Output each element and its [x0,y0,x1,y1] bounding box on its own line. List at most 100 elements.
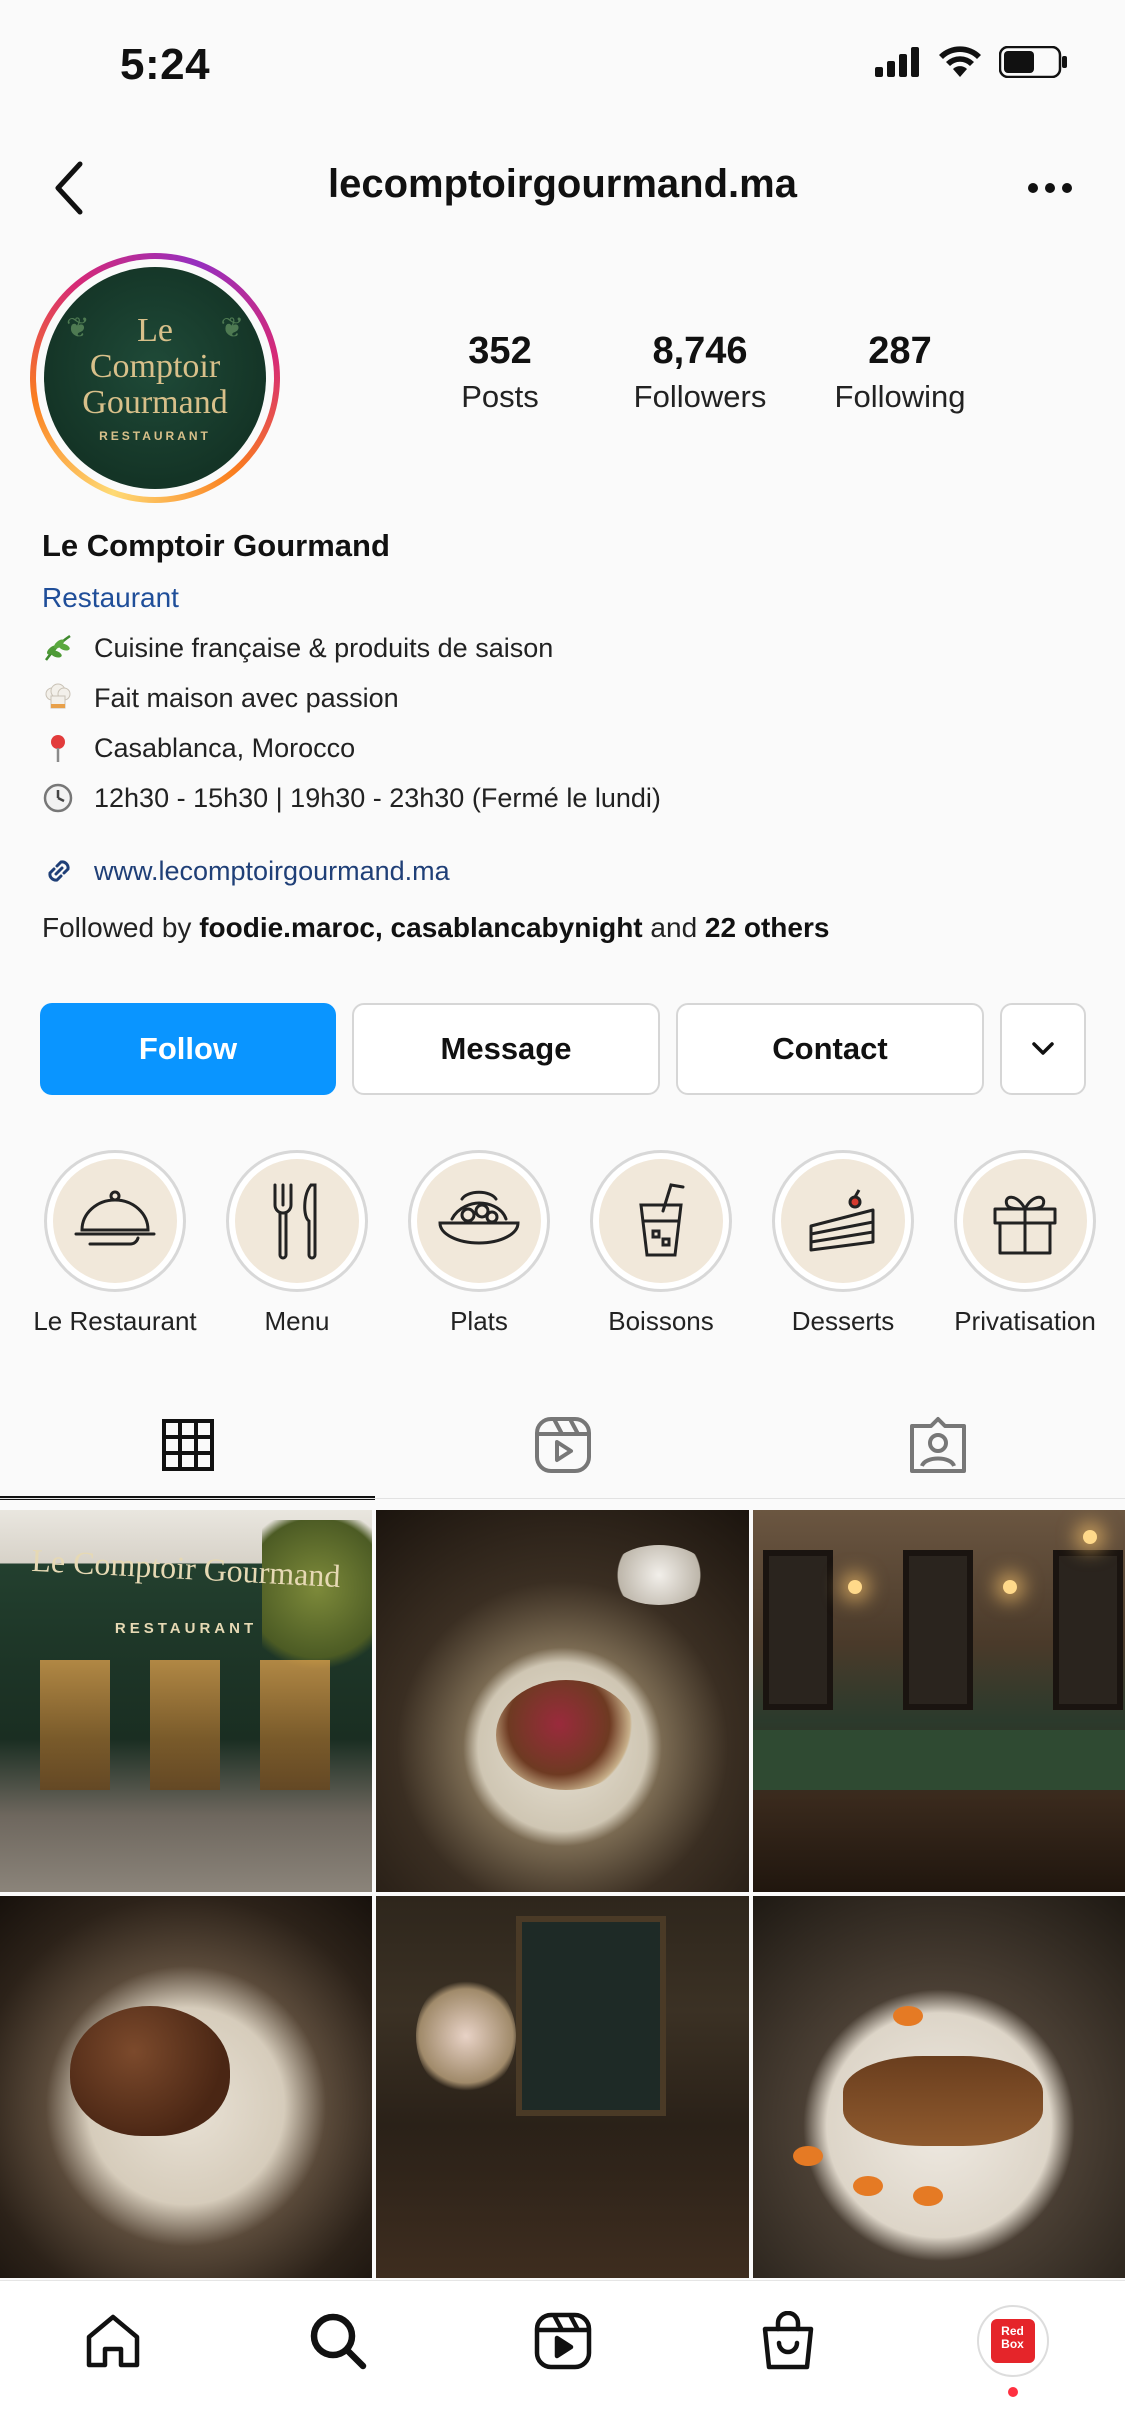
notification-dot [1007,2387,1018,2397]
profile-stats: 352 Posts 8,746 Followers 287 Following [400,330,1000,415]
bio-line: Fait maison avec passion [42,682,1092,714]
highlight-label: Menu [264,1306,330,1336]
search-icon [310,2313,366,2370]
chevron-down-icon [1032,1042,1054,1055]
leaf-icon: ❦ [220,313,244,344]
bottom-navigation: Red Box [0,2280,1125,2436]
following-stat[interactable]: 287 Following [800,330,1000,415]
nav-profile[interactable]: Red Box [900,2281,1125,2401]
tab-divider [0,1498,1125,1499]
followed-by-and: and [642,912,705,943]
link-icon [42,854,94,888]
post-thumbnail-main-dish[interactable] [376,1510,749,1892]
status-icons [875,46,1069,78]
tab-posts-grid[interactable] [0,1390,375,1500]
leaf-icon: ❦ [66,313,90,344]
gift-icon [993,1195,1057,1255]
contact-button[interactable]: Contact [676,1003,984,1095]
followers-count: 8,746 [652,330,748,372]
highlight-label: Boissons [608,1306,714,1336]
battery-icon [999,46,1067,78]
bio-line-text: Fait maison avec passion [94,682,399,713]
posts-stat[interactable]: 352 Posts [400,330,600,415]
bio-line: Casablanca, Morocco [42,732,1092,764]
profile-actions: Follow Message Contact [40,1003,1090,1095]
cake-icon [809,1189,875,1252]
bio-line-text: 12h30 - 15h30 | 19h30 - 23h30 (Fermé le … [94,782,661,813]
profile-username: lecomptoirgourmand.ma [328,162,797,206]
reels-icon [534,1417,591,1473]
story-highlights: Le Restaurant Menu Plats Boissons Desser… [30,1150,1110,1337]
nav-shop[interactable] [675,2281,900,2401]
highlight-privatisation[interactable]: Privatisation [940,1150,1110,1337]
status-bar: 5:24 [0,0,1125,140]
drink-icon [639,1183,685,1257]
follow-button[interactable]: Follow [40,1003,336,1095]
avatar: ❦ ❦ Le Comptoir Gourmand RESTAURANT [44,267,266,489]
post-thumbnail-restaurant-front[interactable]: Le Comptoir Gourmand RESTAURANT [0,1510,372,1892]
cutlery-icon [273,1183,317,1260]
profile-header-bar: lecomptoirgourmand.ma [0,140,1125,240]
tab-tagged[interactable] [750,1390,1125,1500]
more-options-button[interactable] [1015,158,1085,218]
home-icon [86,2314,139,2368]
reels-icon [534,2312,591,2370]
highlight-boissons[interactable]: Boissons [576,1150,746,1337]
followed-by[interactable]: Followed by foodie.maroc, casablancabyni… [42,912,1092,944]
herb-icon [42,632,94,664]
followed-by-others[interactable]: 22 others [705,912,830,943]
post-thumbnail-dessert[interactable] [0,1896,372,2278]
avatar-logo-text: Gourmand [82,384,228,421]
redbox-logo: Red Box [990,2319,1035,2363]
pin-icon [42,732,94,764]
dish-icon [438,1190,520,1245]
followers-label: Followers [633,379,767,414]
cloche-icon [74,1190,156,1246]
avatar-logo-text: Le [137,312,173,349]
website-link[interactable]: www.lecomptoirgourmand.ma [42,854,1092,888]
highlight-desserts[interactable]: Desserts [758,1150,928,1337]
bio-line-text: Casablanca, Morocco [94,732,356,763]
post-thumbnail-dining-room[interactable] [753,1510,1125,1892]
highlight-label: Le Restaurant [33,1306,197,1336]
bio-line: Cuisine française & produits de saison [42,632,1092,664]
avatar-logo-text: Comptoir [89,348,221,385]
nav-search[interactable] [225,2281,450,2401]
highlight-label: Plats [450,1306,508,1336]
avatar-story-ring[interactable]: ❦ ❦ Le Comptoir Gourmand RESTAURANT [30,253,280,503]
highlight-plats[interactable]: Plats [394,1150,564,1337]
grid-icon [161,1419,214,1471]
nav-reels[interactable] [450,2281,675,2401]
profile-tabs [0,1390,1125,1500]
highlight-label: Privatisation [954,1306,1096,1336]
status-time: 5:24 [120,40,211,89]
followed-by-names[interactable]: foodie.maroc, casablancabynight [199,912,642,943]
bio-line: 12h30 - 15h30 | 19h30 - 23h30 (Fermé le … [42,782,1092,814]
chef-hat-icon [42,682,94,714]
post-thumbnail-menu-board[interactable] [376,1896,749,2278]
tagged-icon [909,1417,966,1473]
bio-line-text: Cuisine française & produits de saison [94,632,554,663]
highlight-menu[interactable]: Menu [212,1150,382,1337]
posts-label: Posts [461,379,539,414]
highlight-le-restaurant[interactable]: Le Restaurant [30,1150,200,1337]
profile-category[interactable]: Restaurant [42,582,1092,614]
clock-icon [42,782,94,814]
post-thumbnail-fish-dish[interactable] [753,1896,1125,2278]
signal-icon [875,47,919,77]
posts-count: 352 [468,330,532,372]
followers-stat[interactable]: 8,746 Followers [600,330,800,415]
nav-home[interactable] [0,2281,225,2401]
suggested-dropdown-button[interactable] [1000,1003,1086,1095]
message-button[interactable]: Message [352,1003,660,1095]
website-link-text[interactable]: www.lecomptoirgourmand.ma [94,856,450,887]
profile-bio: Le Comptoir Gourmand Restaurant Cuisine … [42,528,1092,944]
tab-reels[interactable] [375,1390,750,1500]
following-label: Following [834,379,966,414]
post-sign-subtext: RESTAURANT [114,1620,258,1637]
avatar-logo-subtext: RESTAURANT [99,429,211,443]
shopping-bag-icon [762,2311,813,2370]
highlight-label: Desserts [791,1306,895,1336]
wifi-icon [939,46,981,77]
following-count: 287 [868,330,932,372]
